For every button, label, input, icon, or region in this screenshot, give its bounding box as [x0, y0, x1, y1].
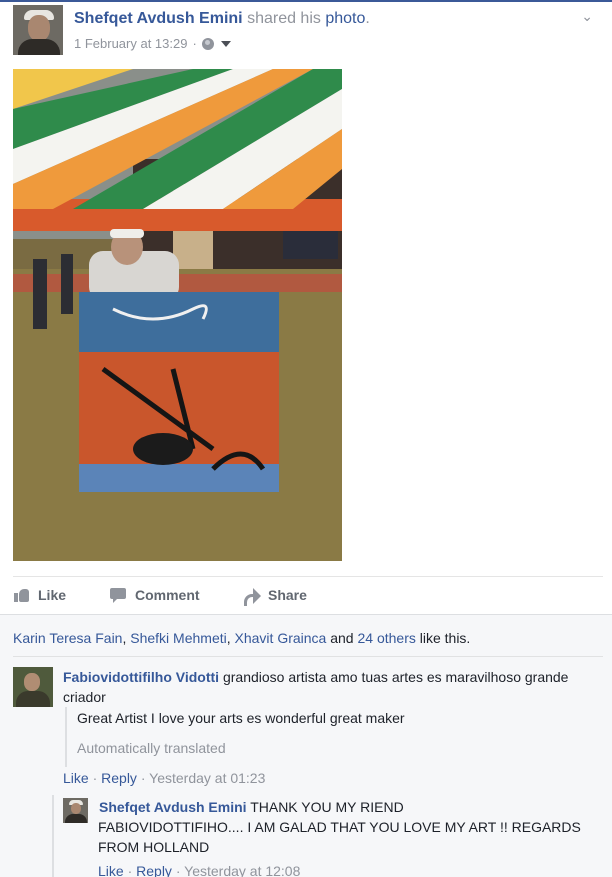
- liker-link[interactable]: Karin Teresa Fain: [13, 630, 122, 646]
- headline-verb: shared his: [247, 10, 321, 27]
- comment-timestamp[interactable]: Yesterday at 01:23: [149, 770, 265, 786]
- reply-text: FABIOVIDOTTIFIHO.... I AM GALAD THAT YOU…: [98, 819, 581, 855]
- post-timestamp[interactable]: 1 February at 13:29: [74, 36, 187, 51]
- like-button[interactable]: Like: [13, 580, 66, 610]
- comment-button[interactable]: Comment: [110, 580, 200, 610]
- translation-note: Automatically translated: [77, 740, 226, 756]
- share-arrow-icon: [243, 587, 261, 606]
- privacy-dropdown-caret-icon[interactable]: [220, 40, 231, 47]
- chevron-down-icon[interactable]: ⌄: [581, 8, 593, 25]
- likes-divider: [13, 656, 603, 657]
- post-photo[interactable]: [13, 69, 342, 561]
- others-likers-link[interactable]: 24 others: [357, 630, 415, 646]
- comment-reply-link[interactable]: Reply: [101, 770, 137, 786]
- thumbs-up-icon: [13, 587, 31, 603]
- photo-artwork: [13, 69, 342, 561]
- post-header: Shefqet Avdush Emini shared his photo. 1…: [13, 5, 603, 57]
- reply-author-name-link[interactable]: Shefqet Avdush Emini: [99, 799, 247, 815]
- comment-bubble-icon: [110, 587, 128, 603]
- reply-like-link[interactable]: Like: [98, 863, 124, 877]
- author-name-link[interactable]: Shefqet Avdush Emini: [74, 10, 243, 27]
- comment-translation: Great Artist I love your arts es wonderf…: [65, 707, 565, 767]
- post-headline: Shefqet Avdush Emini shared his photo.: [74, 10, 370, 27]
- reply-author-avatar[interactable]: [63, 798, 88, 823]
- comment-body: Fabiovidottifilho Vidotti grandioso arti…: [63, 667, 583, 707]
- feedback-section: Karin Teresa Fain, Shefki Mehmeti, Xhavi…: [0, 614, 612, 877]
- photo-link[interactable]: photo: [325, 10, 365, 27]
- reply-text-line1: THANK YOU MY RIEND: [250, 799, 404, 815]
- post-meta: 1 February at 13:29 ·: [74, 36, 231, 51]
- reply-actions: Like · Reply · Yesterday at 12:08: [98, 863, 301, 877]
- reply-reply-link[interactable]: Reply: [136, 863, 172, 877]
- liker-link[interactable]: Shefki Mehmeti: [130, 630, 226, 646]
- post-actions-bar: Like Comment Share: [13, 580, 603, 610]
- comment-actions: Like · Reply · Yesterday at 01:23: [63, 770, 266, 786]
- comment-like-link[interactable]: Like: [63, 770, 89, 786]
- likes-summary: Karin Teresa Fain, Shefki Mehmeti, Xhavi…: [13, 630, 471, 646]
- actions-divider: [13, 576, 603, 577]
- translation-text: Great Artist I love your arts es wonderf…: [77, 710, 405, 726]
- top-accent-bar: [0, 0, 612, 2]
- reply-thread-line: [52, 795, 54, 877]
- reply-timestamp[interactable]: Yesterday at 12:08: [184, 863, 300, 877]
- commenter-name-link[interactable]: Fabiovidottifilho Vidotti: [63, 669, 219, 685]
- globe-icon: [201, 37, 214, 50]
- liker-link[interactable]: Xhavit Grainca: [235, 630, 327, 646]
- reply-first-line: Shefqet Avdush Emini THANK YOU MY RIEND: [99, 797, 589, 817]
- author-avatar[interactable]: [13, 5, 63, 55]
- commenter-avatar[interactable]: [13, 667, 53, 707]
- share-button[interactable]: Share: [243, 580, 307, 610]
